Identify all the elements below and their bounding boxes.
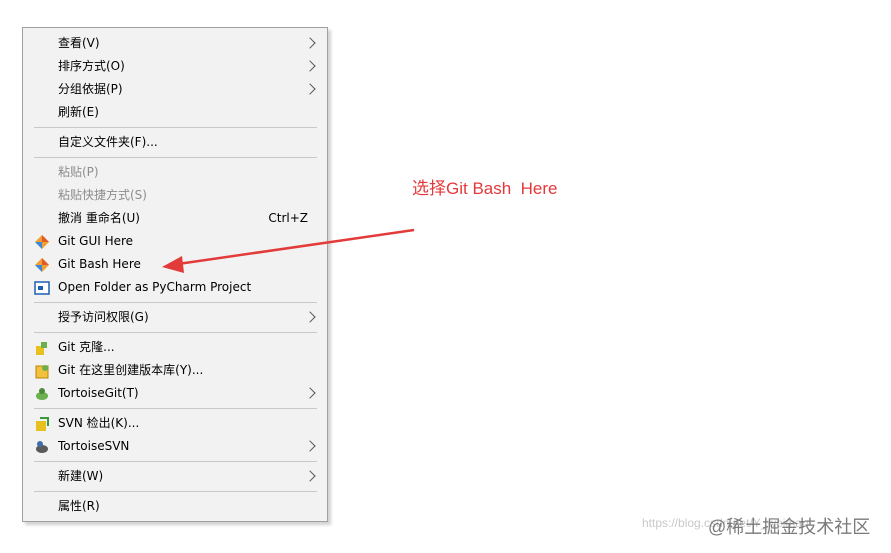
annotation-arrow bbox=[162, 228, 415, 273]
watermark-site: @稀土掘金技术社区 bbox=[708, 517, 871, 537]
